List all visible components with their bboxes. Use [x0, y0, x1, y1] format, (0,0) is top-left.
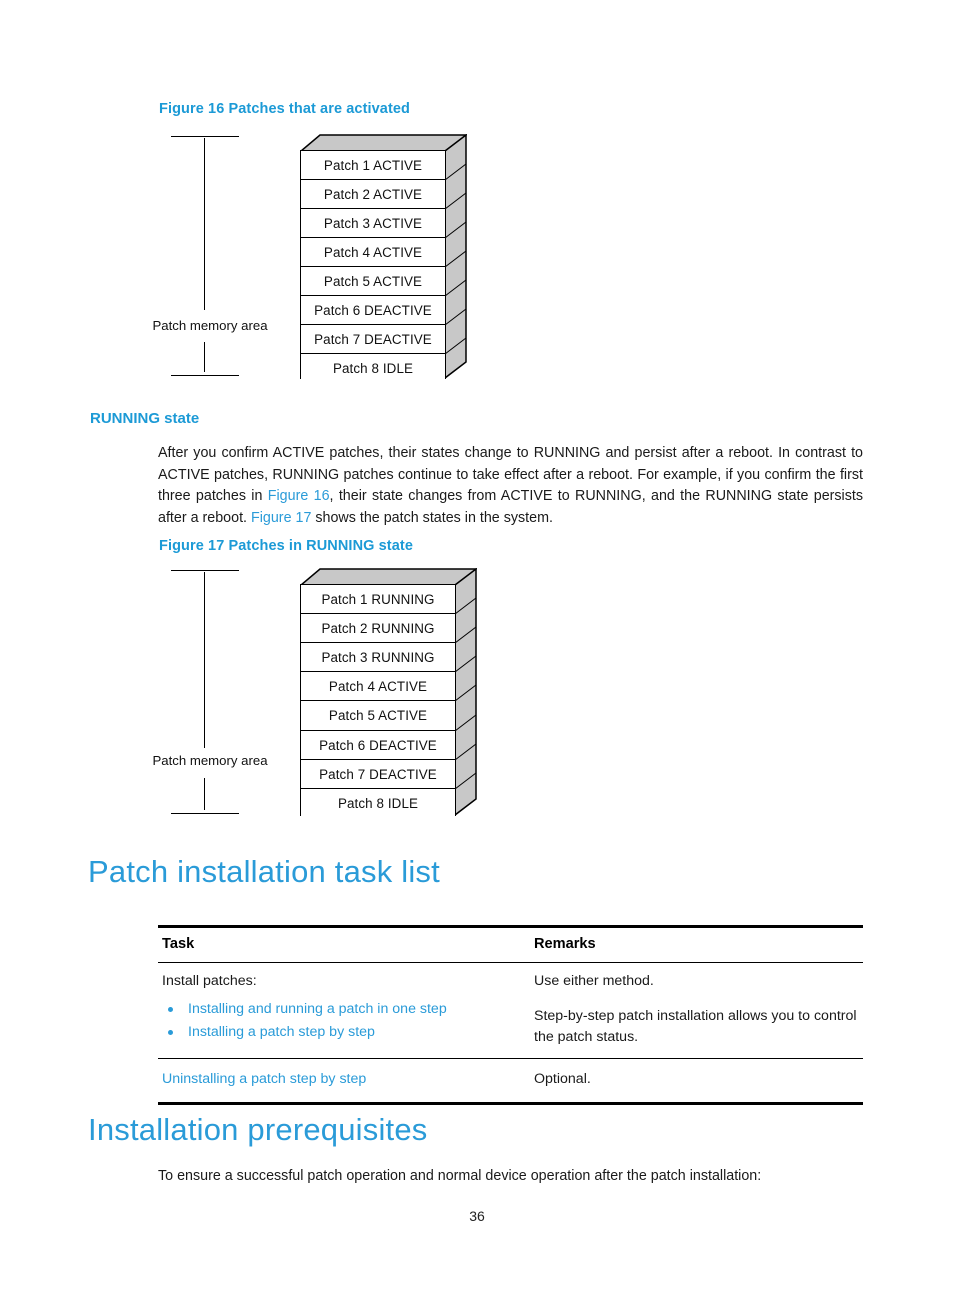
- patch-row: Patch 8 IDLE: [301, 354, 445, 382]
- figure-17-caption: Figure 17 Patches in RUNNING state: [159, 538, 413, 554]
- table-header-remarks: Remarks: [530, 925, 863, 963]
- stack-side-face: [455, 568, 477, 816]
- remark-use-either-method: Use either method.: [534, 973, 654, 989]
- uninstalling-patch-link[interactable]: Uninstalling a patch step by step: [162, 1071, 366, 1087]
- prerequisites-paragraph: To ensure a successful patch operation a…: [158, 1168, 762, 1184]
- figure-17-link[interactable]: Figure 17: [251, 510, 311, 526]
- figure-17-patch-rows: Patch 1 RUNNING Patch 2 RUNNING Patch 3 …: [300, 584, 456, 817]
- table-cell-task: Uninstalling a patch step by step: [158, 1058, 530, 1105]
- figure-16-memory-label: Patch memory area: [123, 316, 297, 335]
- bracket-bottom-cap: [171, 375, 239, 376]
- figure-16-caption: Figure 16 Patches that are activated: [159, 101, 411, 117]
- figure-16-patch-stack: Patch 1 ACTIVE Patch 2 ACTIVE Patch 3 AC…: [300, 134, 467, 382]
- bracket-bottom-cap: [171, 813, 239, 814]
- patch-row: Patch 3 ACTIVE: [301, 209, 445, 238]
- task-list-table: Task Remarks Install patches: Installing…: [158, 925, 863, 1105]
- figure-17-patch-stack: Patch 1 RUNNING Patch 2 RUNNING Patch 3 …: [300, 568, 477, 817]
- figure-17-memory-label: Patch memory area: [123, 751, 297, 770]
- figure-16-patch-rows: Patch 1 ACTIVE Patch 2 ACTIVE Patch 3 AC…: [300, 150, 446, 382]
- figure-17-memory-bracket: Patch memory area: [123, 570, 297, 814]
- list-item[interactable]: Installing and running a patch in one st…: [162, 998, 526, 1021]
- patch-row: Patch 2 RUNNING: [301, 614, 455, 643]
- patch-row: Patch 5 ACTIVE: [301, 701, 455, 731]
- patch-row: Patch 6 DEACTIVE: [301, 296, 445, 325]
- list-item[interactable]: Installing a patch step by step: [162, 1021, 526, 1044]
- figure-16-memory-bracket: Patch memory area: [123, 136, 297, 376]
- table-row: Install patches: Installing and running …: [158, 962, 863, 1059]
- table-row: Uninstalling a patch step by step Option…: [158, 1058, 863, 1105]
- installation-prerequisites-heading: Installation prerequisites: [88, 1112, 428, 1147]
- patch-row: Patch 1 ACTIVE: [301, 151, 445, 180]
- patch-row: Patch 7 DEACTIVE: [301, 325, 445, 354]
- remark-step-by-step: Step-by-step patch installation allows y…: [534, 1008, 857, 1045]
- install-methods-list: Installing and running a patch in one st…: [162, 998, 526, 1044]
- document-page: Figure 16 Patches that are activated Pat…: [0, 0, 954, 1296]
- table-header-task: Task: [158, 925, 530, 963]
- table-cell-task: Install patches: Installing and running …: [158, 962, 530, 1059]
- patch-row: Patch 4 ACTIVE: [301, 672, 455, 701]
- installing-and-running-link[interactable]: Installing and running a patch in one st…: [188, 1001, 447, 1017]
- running-state-paragraph: After you confirm ACTIVE patches, their …: [158, 443, 863, 529]
- page-number: 36: [469, 1208, 485, 1224]
- patch-installation-task-list-heading: Patch installation task list: [88, 854, 440, 889]
- patch-row: Patch 1 RUNNING: [301, 585, 455, 614]
- patch-row: Patch 4 ACTIVE: [301, 238, 445, 267]
- paragraph-text-3: shows the patch states in the system.: [311, 509, 553, 526]
- table-cell-remarks: Use either method. Step-by-step patch in…: [530, 962, 863, 1059]
- table-cell-remarks: Optional.: [530, 1058, 863, 1105]
- stack-side-face: [445, 134, 467, 379]
- bracket-stem-upper: [204, 138, 205, 310]
- patch-row: Patch 2 ACTIVE: [301, 180, 445, 209]
- figure-16-link[interactable]: Figure 16: [268, 488, 330, 504]
- bracket-stem-lower: [204, 778, 205, 810]
- bracket-top-cap: [171, 136, 239, 137]
- running-state-heading: RUNNING state: [90, 410, 200, 427]
- patch-row: Patch 7 DEACTIVE: [301, 760, 455, 789]
- patch-row: Patch 3 RUNNING: [301, 643, 455, 672]
- patch-row: Patch 6 DEACTIVE: [301, 731, 455, 760]
- install-patches-label: Install patches:: [162, 973, 257, 989]
- patch-row: Patch 8 IDLE: [301, 789, 455, 817]
- patch-row: Patch 5 ACTIVE: [301, 267, 445, 296]
- table-header-row: Task Remarks: [158, 925, 863, 963]
- bracket-stem-upper: [204, 572, 205, 748]
- installing-step-by-step-link[interactable]: Installing a patch step by step: [188, 1024, 375, 1040]
- bracket-top-cap: [171, 570, 239, 571]
- bracket-stem-lower: [204, 342, 205, 372]
